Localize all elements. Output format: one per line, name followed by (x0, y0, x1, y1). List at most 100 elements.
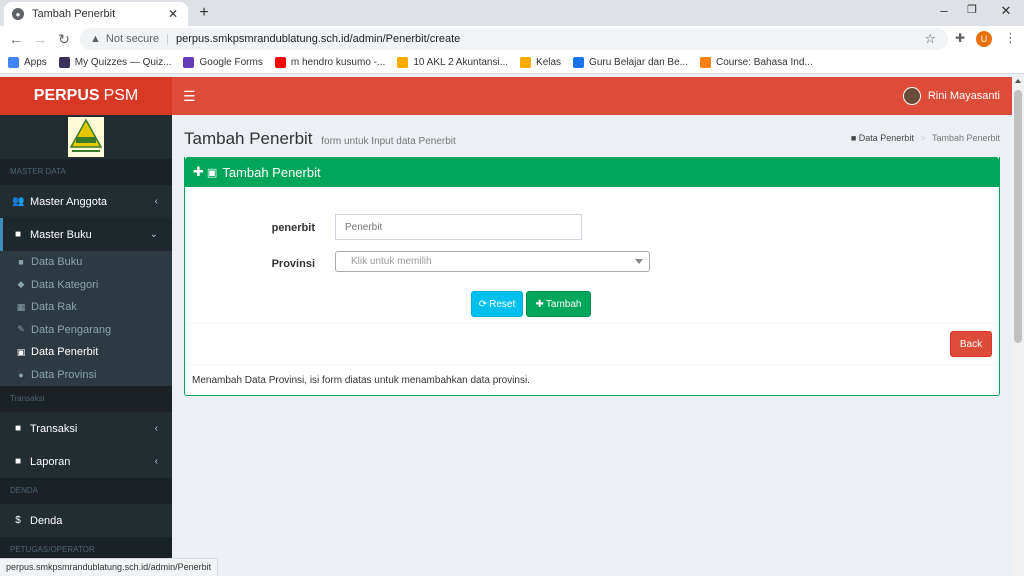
penerbit-input[interactable] (335, 214, 582, 240)
bookmark-item[interactable]: Apps (8, 57, 47, 68)
school-emblem-icon (68, 117, 104, 157)
bookmark-label: Apps (24, 57, 47, 68)
sidebar-item-laporan[interactable]: ■ Laporan ‹ (0, 445, 172, 478)
bookmark-label: My Quizzes — Quiz... (74, 57, 172, 68)
table-icon: ▦ (16, 301, 26, 312)
sidebar-item-transaksi[interactable]: ■ Transaksi ‹ (0, 412, 172, 445)
browser-tab[interactable]: ● Tambah Penerbit ✕ (4, 2, 188, 26)
user-menu[interactable]: Rini Mayasanti (902, 87, 1000, 105)
window-close-button[interactable]: ✕ (996, 3, 1016, 19)
provinsi-label: Provinsi (271, 258, 315, 270)
sidebar-logo-wrap (0, 115, 172, 159)
dropdown-arrow-icon (635, 259, 643, 264)
penerbit-label: penerbit (271, 222, 315, 234)
browser-tabstrip: ● Tambah Penerbit ✕ + – ❐ ✕ (0, 0, 1024, 26)
dollar-icon: $ (15, 515, 21, 526)
bookmark-item[interactable]: Guru Belajar dan Be... (573, 57, 688, 68)
brand-bold: PERPUS (33, 87, 100, 104)
minimize-button[interactable]: – (934, 3, 954, 18)
bookmark-item[interactable]: Kelas (520, 57, 561, 68)
app-root: PERPUS PSM ☰ Rini Mayasanti MASTER DATA … (0, 77, 1012, 576)
page-title-text: Tambah Penerbit (184, 129, 313, 148)
page-scrollbar[interactable] (1012, 77, 1024, 576)
scroll-up-arrow-icon[interactable] (1015, 79, 1021, 83)
breadcrumb-current: Tambah Penerbit (931, 133, 1000, 143)
submenu-master-buku: ■ Data Buku ◆ Data Kategori ▦ Data Rak ✎ Data P… (0, 251, 172, 386)
chevron-left-icon: ‹ (154, 456, 158, 467)
tab-close-icon[interactable]: ✕ (166, 7, 180, 21)
bookmark-label: Course: Bahasa Ind... (716, 57, 813, 68)
sidebar-toggle-icon[interactable]: ☰ (183, 88, 196, 105)
forward-button[interactable]: → (32, 31, 48, 47)
bookmark-item[interactable]: Course: Bahasa Ind... (700, 57, 813, 68)
sidebar-subitem[interactable]: ▦ Data Rak (0, 296, 172, 319)
breadcrumb-link[interactable]: Data Penerbit (859, 133, 914, 143)
address-bar[interactable]: ▲ Not secure | perpus.smkpsmrandublatung… (80, 28, 948, 50)
brand-rest: PSM (103, 87, 139, 104)
page-subtitle: form untuk Input data Penerbit (321, 136, 456, 147)
classroom-icon (397, 57, 409, 68)
book-icon: ■ (14, 423, 22, 434)
provinsi-select[interactable]: Klik untuk memilih (335, 251, 650, 272)
box-title: Tambah Penerbit (222, 164, 321, 180)
sidebar-item-denda[interactable]: $ Denda (0, 504, 172, 537)
browser-menu-icon[interactable]: ⋮ (1004, 30, 1017, 46)
reload-button[interactable]: ↻ (56, 31, 72, 48)
sidebar-subitem[interactable]: ✎ Data Pengarang (0, 319, 172, 342)
edit-icon: ✎ (17, 324, 25, 335)
bookmark-item[interactable]: 10 AKL 2 Akuntansi... (397, 57, 508, 68)
plus-icon: ✚ (193, 164, 204, 179)
bookmark-star-icon[interactable]: ☆ (924, 31, 936, 47)
sidebar-item-label: Denda (30, 514, 63, 527)
sidebar-subitem-label: Data Rak (31, 301, 77, 314)
building-icon: ▣ (16, 346, 26, 357)
moodle-icon (700, 57, 711, 68)
bookmark-label: m hendro kusumo -... (290, 57, 386, 68)
main-content: Tambah Penerbit form untuk Input data Pe… (172, 115, 1012, 576)
tambah-button[interactable]: ✚ Tambah (526, 291, 591, 317)
form-note: Menambah Data Provinsi, isi form diatas … (192, 375, 530, 386)
url-text[interactable]: perpus.smkpsmrandublatung.sch.id/admin/P… (176, 33, 460, 45)
breadcrumb: ■ Data Penerbit > Tambah Penerbit (851, 133, 1000, 143)
breadcrumb-book-icon: ■ (850, 133, 857, 143)
sidebar-subitem[interactable]: ◆ Data Kategori (0, 274, 172, 297)
profile-avatar[interactable]: U (976, 31, 992, 47)
users-icon: 👥 (12, 196, 25, 207)
app-logo[interactable]: PERPUS PSM (0, 77, 172, 115)
page-title: Tambah Penerbit form untuk Input data Pe… (184, 129, 456, 149)
globe-icon: ● (18, 369, 24, 380)
book-icon: ■ (14, 456, 22, 467)
restore-button[interactable]: ❐ (962, 3, 982, 16)
extensions-puzzle-icon[interactable]: ✚ (955, 31, 965, 45)
sidebar-item-master-anggota[interactable]: 👥 Master Anggota ‹ (0, 185, 172, 218)
box-body: penerbit Provinsi Klik untuk memilih ⟳ R… (185, 187, 999, 324)
sidebar-item-label: Transaksi (30, 422, 78, 435)
sidebar-subitem-label: Data Pengarang (31, 323, 112, 336)
bookmark-item[interactable]: My Quizzes — Quiz... (58, 57, 172, 68)
top-navbar: ☰ Rini Mayasanti (172, 77, 1012, 115)
sidebar-item-master-buku[interactable]: ■ Master Buku ⌄ (0, 218, 172, 251)
back-link-button[interactable]: Back (950, 331, 992, 357)
bookmark-label: Google Forms (199, 57, 263, 68)
new-tab-button[interactable]: + (196, 4, 212, 22)
bookmark-label: 10 AKL 2 Akuntansi... (413, 57, 509, 68)
guru-belajar-icon (573, 57, 585, 68)
sidebar-header-transaksi: Transaksi (0, 386, 172, 412)
sidebar-subitem-label: Data Provinsi (31, 368, 97, 381)
plus-icon: ✚ (535, 298, 544, 310)
bookmark-item[interactable]: m hendro kusumo -... (274, 57, 386, 68)
sidebar-subitem[interactable]: ■ Data Buku (0, 251, 172, 274)
tags-icon: ◆ (17, 279, 25, 290)
reset-button[interactable]: ⟳ Reset (471, 291, 523, 317)
globe-favicon-icon: ● (12, 8, 24, 20)
back-button[interactable]: ← (8, 31, 24, 47)
youtube-icon (274, 57, 286, 68)
sidebar-subitem[interactable]: ● Data Provinsi (0, 364, 172, 387)
tab-title: Tambah Penerbit (32, 8, 116, 20)
chevron-down-icon: ⌄ (149, 229, 158, 240)
bookmark-item[interactable]: Google Forms (183, 57, 263, 68)
sidebar-subitem[interactable]: ▣ Data Penerbit (0, 341, 172, 364)
scroll-thumb[interactable] (1014, 90, 1022, 343)
box-actions: Back (185, 324, 999, 365)
tambah-label: Tambah (545, 298, 582, 310)
